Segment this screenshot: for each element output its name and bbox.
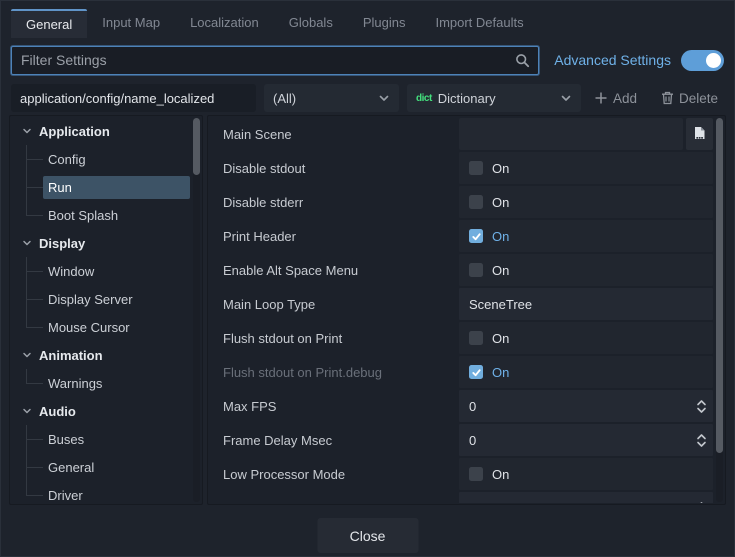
checkbox-checked[interactable] (469, 365, 483, 379)
tree-item-display-server[interactable]: Display Server (10, 285, 202, 313)
plus-icon (594, 91, 608, 105)
sidebar-scrollbar[interactable] (193, 118, 200, 502)
tree-section-label: Application (39, 124, 110, 139)
file-icon (692, 126, 707, 142)
tree-item-run[interactable]: Run (10, 173, 202, 201)
tree-section-display[interactable]: Display (10, 229, 202, 257)
checkbox-unchecked[interactable] (469, 331, 483, 345)
toggle-knob (706, 53, 721, 68)
property-bar: (All) dict Dictionary Add Delete (1, 81, 734, 115)
spinner-updown-icon[interactable] (695, 433, 708, 448)
checkbox-unchecked[interactable] (469, 467, 483, 481)
max-fps-field[interactable]: 0 (459, 390, 713, 422)
tab-localization[interactable]: Localization (175, 9, 274, 38)
property-path-input[interactable] (11, 84, 256, 112)
check-icon (471, 231, 482, 242)
tab-plugins[interactable]: Plugins (348, 9, 421, 38)
spinner-updown-icon[interactable] (695, 399, 708, 414)
search-row: Advanced Settings (1, 38, 734, 81)
checkbox-unchecked[interactable] (469, 161, 483, 175)
delete-label: Delete (679, 91, 718, 106)
dictionary-type-icon: dict (416, 93, 432, 104)
chevron-down-icon (378, 92, 390, 104)
setting-row-flush-stdout-on-print: Flush stdout on Print On (209, 321, 713, 355)
frame-delay-field[interactable]: 0 (459, 424, 713, 456)
scrollbar-thumb[interactable] (716, 118, 723, 453)
settings-property-list: Main Scene (207, 115, 726, 505)
tree-item-buses[interactable]: Buses (10, 425, 202, 453)
tab-input-map[interactable]: Input Map (87, 9, 175, 38)
load-file-button[interactable] (686, 118, 713, 150)
project-settings-dialog: General Input Map Localization Globals P… (0, 0, 735, 557)
tree-item-driver[interactable]: Driver (10, 481, 202, 505)
chevron-down-icon (22, 350, 32, 360)
setting-row-enable-alt-space-menu: Enable Alt Space Menu On (209, 253, 713, 287)
spinner-updown-icon[interactable] (695, 501, 708, 504)
trash-icon (661, 91, 674, 105)
checkbox-unchecked[interactable] (469, 195, 483, 209)
setting-row-disable-stdout: Disable stdout On (209, 151, 713, 185)
tree-section-animation[interactable]: Animation (10, 341, 202, 369)
setting-row-main-scene: Main Scene (209, 117, 713, 151)
filter-settings-input[interactable] (21, 52, 515, 68)
dialog-footer: Close (1, 505, 734, 557)
tree-item-config[interactable]: Config (10, 145, 202, 173)
category-value: (All) (273, 91, 296, 106)
scrollbar-thumb[interactable] (193, 118, 200, 175)
tree-section-label: Display (39, 236, 85, 251)
main-loop-type-field[interactable]: SceneTree (459, 288, 713, 320)
tab-bar: General Input Map Localization Globals P… (1, 1, 734, 38)
settings-category-tree: Application Config Run Boot Splash Displ… (9, 115, 203, 505)
type-value: Dictionary (438, 91, 496, 106)
tab-import-defaults[interactable]: Import Defaults (420, 9, 538, 38)
tab-general[interactable]: General (11, 9, 87, 38)
type-dropdown[interactable]: dict Dictionary (407, 84, 581, 112)
tree-item-boot-splash[interactable]: Boot Splash (10, 201, 202, 229)
tree-item-warnings[interactable]: Warnings (10, 369, 202, 397)
filter-settings-box (11, 46, 539, 75)
tree-item-mouse-cursor[interactable]: Mouse Cursor (10, 313, 202, 341)
setting-row-frame-delay-msec: Frame Delay Msec 0 (209, 423, 713, 457)
add-label: Add (613, 91, 637, 106)
chevron-down-icon (22, 238, 32, 248)
tree-item-general[interactable]: General (10, 453, 202, 481)
chevron-down-icon (22, 406, 32, 416)
tree-section-application[interactable]: Application (10, 117, 202, 145)
setting-row-low-processor-mode-sleep: Low Processor Mode Sleep (usec) 6000 (209, 491, 713, 503)
property-list-scrollbar[interactable] (716, 118, 723, 502)
search-icon (515, 53, 530, 68)
tree-section-audio[interactable]: Audio (10, 397, 202, 425)
advanced-settings-label: Advanced Settings (554, 52, 671, 68)
close-button[interactable]: Close (317, 518, 418, 553)
delete-button[interactable]: Delete (657, 89, 722, 108)
category-dropdown[interactable]: (All) (264, 84, 399, 112)
setting-row-max-fps: Max FPS 0 (209, 389, 713, 423)
content-area: Application Config Run Boot Splash Displ… (1, 115, 734, 505)
tree-item-window[interactable]: Window (10, 257, 202, 285)
chevron-down-icon (560, 92, 572, 104)
checkbox-unchecked[interactable] (469, 263, 483, 277)
checkbox-checked[interactable] (469, 229, 483, 243)
main-scene-input[interactable] (459, 118, 683, 150)
setting-row-main-loop-type: Main Loop Type SceneTree (209, 287, 713, 321)
low-processor-sleep-field[interactable]: 6000 (459, 492, 713, 503)
setting-row-disable-stderr: Disable stderr On (209, 185, 713, 219)
setting-row-print-header: Print Header On (209, 219, 713, 253)
add-button[interactable]: Add (590, 89, 641, 108)
tree-section-label: Animation (39, 348, 103, 363)
setting-row-flush-stdout-on-print-debug: Flush stdout on Print.debug On (209, 355, 713, 389)
tree-section-label: Audio (39, 404, 76, 419)
setting-row-low-processor-mode: Low Processor Mode On (209, 457, 713, 491)
advanced-settings-toggle[interactable] (681, 50, 724, 71)
chevron-down-icon (22, 126, 32, 136)
tab-globals[interactable]: Globals (274, 9, 348, 38)
check-icon (471, 367, 482, 378)
